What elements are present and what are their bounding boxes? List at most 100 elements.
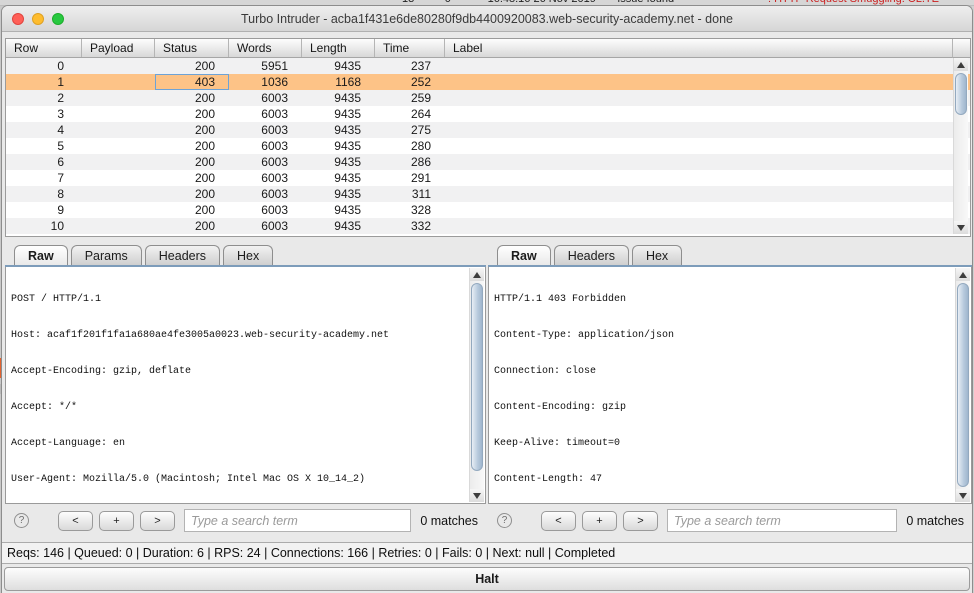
table-scrollbar[interactable] [953, 58, 968, 234]
table-cell[interactable]: 200 [155, 154, 229, 170]
table-cell[interactable]: 1 [6, 74, 82, 90]
table-cell[interactable]: 200 [155, 218, 229, 234]
scroll-up-button[interactable] [956, 268, 970, 281]
table-cell[interactable] [82, 74, 155, 90]
table-cell[interactable]: 280 [375, 138, 445, 154]
table-cell[interactable]: 1168 [302, 74, 375, 90]
table-row[interactable]: 4 200 6003 9435 275 [6, 122, 970, 138]
table-cell[interactable]: 200 [155, 138, 229, 154]
table-cell[interactable] [445, 90, 518, 106]
table-row[interactable]: 9 200 6003 9435 328 [6, 202, 970, 218]
table-cell[interactable]: 9435 [302, 170, 375, 186]
table-cell[interactable]: 6003 [229, 138, 302, 154]
column-header-time[interactable]: Time [375, 39, 445, 57]
table-cell-focused[interactable]: 403 [155, 74, 229, 90]
table-cell[interactable]: 5 [6, 138, 82, 154]
table-cell[interactable]: 6 [6, 154, 82, 170]
table-cell[interactable] [445, 202, 518, 218]
table-row[interactable]: 10 200 6003 9435 332 [6, 218, 970, 234]
table-cell[interactable]: 9435 [302, 218, 375, 234]
table-cell[interactable] [445, 74, 518, 90]
scrollbar-thumb[interactable] [957, 283, 969, 487]
tab-headers[interactable]: Headers [145, 245, 220, 265]
table-cell[interactable]: 286 [375, 154, 445, 170]
table-row[interactable]: 2 200 6003 9435 259 [6, 90, 970, 106]
table-cell[interactable] [445, 154, 518, 170]
table-cell[interactable] [82, 154, 155, 170]
tab-headers[interactable]: Headers [554, 245, 629, 265]
table-cell[interactable] [445, 138, 518, 154]
table-cell[interactable] [82, 170, 155, 186]
column-header-status[interactable]: Status [155, 39, 229, 57]
table-cell[interactable]: 200 [155, 186, 229, 202]
table-cell[interactable]: 252 [375, 74, 445, 90]
table-row[interactable]: 0 200 5951 9435 237 [6, 58, 970, 74]
scrollbar-track[interactable] [956, 281, 970, 489]
table-row[interactable]: 3 200 6003 9435 264 [6, 106, 970, 122]
table-cell[interactable]: 264 [375, 106, 445, 122]
table-cell[interactable]: 0 [6, 58, 82, 74]
table-cell[interactable]: 259 [375, 90, 445, 106]
table-cell[interactable]: 311 [375, 186, 445, 202]
column-header-row[interactable]: Row [6, 39, 82, 57]
table-cell[interactable] [445, 122, 518, 138]
table-row[interactable]: 8 200 6003 9435 311 [6, 186, 970, 202]
column-header-label[interactable]: Label [445, 39, 518, 57]
table-cell[interactable]: 9435 [302, 90, 375, 106]
help-icon[interactable]: ? [497, 513, 512, 528]
scroll-down-button[interactable] [954, 221, 968, 234]
response-scrollbar[interactable] [955, 268, 970, 502]
scroll-up-button[interactable] [954, 58, 968, 71]
table-cell[interactable]: 2 [6, 90, 82, 106]
table-cell[interactable]: 328 [375, 202, 445, 218]
table-cell[interactable]: 6003 [229, 122, 302, 138]
table-row[interactable]: 5 200 6003 9435 280 [6, 138, 970, 154]
table-cell[interactable] [445, 186, 518, 202]
response-text[interactable]: HTTP/1.1 403 Forbidden Content-Type: app… [489, 267, 971, 504]
table-cell[interactable]: 6003 [229, 90, 302, 106]
table-cell[interactable] [82, 138, 155, 154]
table-row[interactable]: 6 200 6003 9435 286 [6, 154, 970, 170]
scrollbar-track[interactable] [470, 281, 484, 489]
table-cell[interactable]: 9435 [302, 202, 375, 218]
table-cell[interactable]: 9435 [302, 154, 375, 170]
column-header-length[interactable]: Length [302, 39, 375, 57]
table-row-selected[interactable]: 1 403 1036 1168 252 [6, 74, 970, 90]
scroll-down-button[interactable] [956, 489, 970, 502]
scrollbar-thumb[interactable] [471, 283, 483, 471]
table-cell[interactable] [82, 218, 155, 234]
search-prev-button[interactable]: < [58, 511, 93, 531]
table-cell[interactable] [445, 218, 518, 234]
table-cell[interactable]: 200 [155, 122, 229, 138]
response-viewer[interactable]: HTTP/1.1 403 Forbidden Content-Type: app… [488, 267, 972, 504]
table-cell[interactable]: 8 [6, 186, 82, 202]
request-editor[interactable]: POST / HTTP/1.1 Host: acaf1f201f1fa1a680… [5, 267, 486, 504]
tab-hex[interactable]: Hex [632, 245, 682, 265]
request-scrollbar[interactable] [469, 268, 484, 502]
table-cell[interactable]: 200 [155, 106, 229, 122]
table-cell[interactable]: 5951 [229, 58, 302, 74]
table-cell[interactable]: 9 [6, 202, 82, 218]
table-cell[interactable]: 332 [375, 218, 445, 234]
table-cell[interactable] [445, 170, 518, 186]
table-cell[interactable] [445, 58, 518, 74]
table-cell[interactable] [82, 58, 155, 74]
table-cell[interactable] [82, 202, 155, 218]
table-cell[interactable]: 6003 [229, 106, 302, 122]
table-cell[interactable]: 9435 [302, 122, 375, 138]
table-cell[interactable] [445, 106, 518, 122]
table-cell[interactable]: 200 [155, 170, 229, 186]
tab-hex[interactable]: Hex [223, 245, 273, 265]
table-cell[interactable] [82, 106, 155, 122]
table-cell[interactable]: 200 [155, 58, 229, 74]
table-cell[interactable]: 3 [6, 106, 82, 122]
scroll-down-button[interactable] [470, 489, 484, 502]
table-cell[interactable]: 10 [6, 218, 82, 234]
search-next-button[interactable]: > [623, 511, 658, 531]
tab-raw[interactable]: Raw [497, 245, 551, 265]
table-cell[interactable]: 9435 [302, 58, 375, 74]
table-cell[interactable]: 200 [155, 202, 229, 218]
search-next-button[interactable]: > [140, 511, 175, 531]
request-text[interactable]: POST / HTTP/1.1 Host: acaf1f201f1fa1a680… [6, 267, 485, 504]
table-cell[interactable]: 7 [6, 170, 82, 186]
